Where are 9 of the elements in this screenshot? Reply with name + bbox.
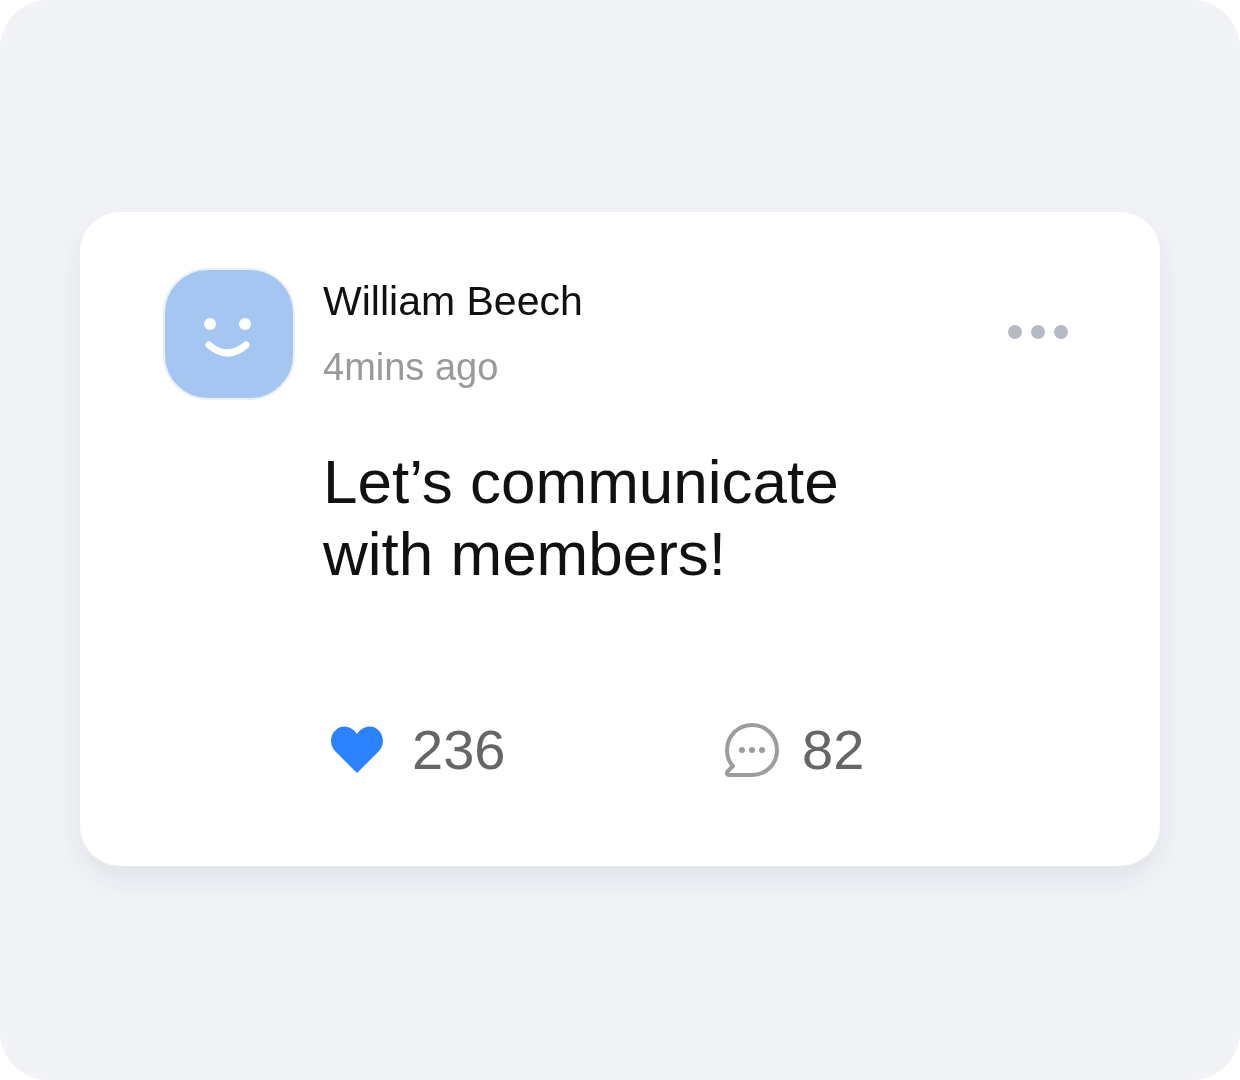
like-button[interactable]: 236 [330,720,724,780]
post-time: 4mins ago [323,345,500,389]
more-options-button[interactable] [1007,324,1069,340]
smiley-avatar-icon [163,268,295,400]
post-message: Let’s communicate with members! [323,446,840,590]
speech-bubble-icon [724,722,780,778]
author-name: William Beech [323,277,583,325]
ellipsis-icon [1007,324,1069,340]
comment-button[interactable]: 82 [724,720,865,780]
